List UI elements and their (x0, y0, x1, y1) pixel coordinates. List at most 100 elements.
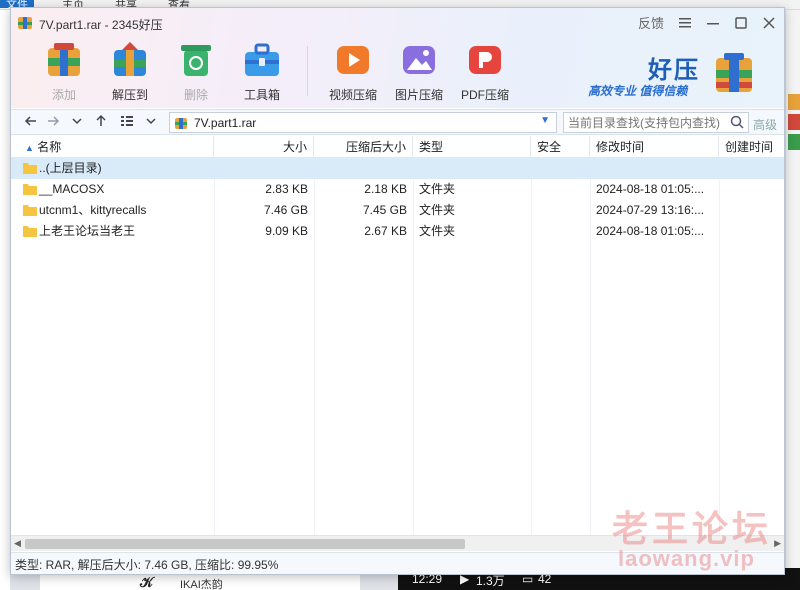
file-name: __MACOSX (39, 182, 105, 196)
pdf-compress-label: PDF压缩 (460, 88, 509, 102)
file-size (214, 158, 314, 179)
search-icon[interactable] (730, 115, 744, 129)
maximize-icon[interactable] (734, 16, 748, 30)
file-created (719, 221, 784, 242)
window-controls: 反馈 (638, 13, 776, 32)
add-archive-icon (44, 40, 84, 80)
file-name: utcnm1、kittyrecalls (39, 203, 147, 217)
window-title: 7V.part1.rar - 2345好压 (39, 18, 163, 32)
delete-label: 删除 (183, 88, 208, 102)
up-level-icon[interactable] (93, 114, 109, 130)
file-size: 9.09 KB (265, 224, 308, 238)
toolbar: 添加 解压到 删除 工具箱 视频压缩 图片压缩 PDF压缩 (31, 40, 518, 104)
video-compress-button[interactable]: 视频压缩 (320, 40, 386, 104)
watermark-title: 老王论坛 (612, 508, 773, 549)
file-type: 文件夹 (419, 224, 456, 238)
forward-arrow-icon[interactable] (45, 114, 61, 130)
brand-slogan: 高效专业 值得信赖 (588, 84, 688, 98)
table-row-parent[interactable]: ..(上层目录) (11, 158, 784, 179)
toolbar-divider (307, 46, 308, 96)
watermark-url: laowang.vip (618, 546, 755, 571)
image-compress-button[interactable]: 图片压缩 (386, 40, 452, 104)
background-left-pane (0, 10, 10, 590)
background-right-pane (786, 10, 800, 590)
image-compress-label: 图片压缩 (394, 88, 443, 102)
bg-logo-icon: 𝒦 (140, 574, 154, 590)
archive-window: 7V.part1.rar - 2345好压 反馈 添加 解压到 删除 工具箱 视… (10, 7, 785, 575)
address-bar[interactable]: 7V.part1.rar ▼ (169, 112, 557, 133)
archive-file-icon (175, 118, 187, 129)
add-label: 添加 (51, 88, 76, 102)
scroll-thumb[interactable] (25, 539, 465, 549)
file-packed-size: 2.18 KB (364, 182, 407, 196)
app-icon (18, 17, 32, 29)
pdf-compress-button[interactable]: PDF压缩 (452, 40, 518, 104)
navigation-bar: 7V.part1.rar ▼ 高级 (11, 109, 784, 135)
table-body: ..(上层目录) __MACOSX 2.83 KB 2.18 KB 文件夹 20… (11, 158, 784, 242)
toolbox-label: 工具箱 (243, 88, 280, 102)
extract-button[interactable]: 解压到 (97, 40, 163, 104)
search-input[interactable] (564, 113, 724, 132)
toolbox-icon (242, 40, 282, 80)
add-button[interactable]: 添加 (31, 40, 97, 104)
col-packed-header[interactable]: 压缩后大小 (314, 136, 413, 158)
file-name: 上老王论坛当老王 (39, 224, 136, 238)
extract-label: 解压到 (111, 88, 148, 102)
video-compress-label: 视频压缩 (328, 88, 377, 102)
advanced-search-link[interactable]: 高级 (753, 116, 777, 133)
file-type (413, 158, 531, 179)
file-size: 7.46 GB (263, 203, 308, 217)
file-size: 2.83 KB (265, 182, 308, 196)
video-compress-icon (333, 40, 373, 80)
table-row[interactable]: 上老王论坛当老王 9.09 KB 2.67 KB 文件夹 2024-08-18 … (11, 221, 784, 242)
table-header: ▲ 名称 大小 压缩后大小 类型 安全 修改时间 创建时间 (11, 136, 784, 158)
menu-icon[interactable] (678, 16, 692, 30)
col-type-header[interactable]: 类型 (413, 136, 531, 158)
close-icon[interactable] (762, 16, 776, 30)
file-created (719, 158, 784, 179)
file-modified: 2024-07-29 13:16:... (596, 203, 705, 217)
scroll-left-icon[interactable]: ◀ (14, 538, 21, 549)
file-security (531, 179, 590, 200)
toolbox-button[interactable]: 工具箱 (229, 40, 295, 104)
col-modified-header[interactable]: 修改时间 (590, 136, 719, 158)
file-packed-size: 2.67 KB (364, 224, 407, 238)
brand-name: 好压 (648, 57, 700, 84)
view-mode-icon[interactable] (119, 114, 135, 130)
address-text: 7V.part1.rar (194, 116, 257, 130)
feedback-button[interactable]: 反馈 (638, 13, 664, 32)
file-created (719, 179, 784, 200)
delete-button[interactable]: 删除 (163, 40, 229, 104)
history-dropdown-icon[interactable] (69, 114, 85, 130)
col-size-header[interactable]: 大小 (214, 136, 314, 158)
minimize-icon[interactable] (706, 16, 720, 30)
table-row[interactable]: __MACOSX 2.83 KB 2.18 KB 文件夹 2024-08-18 … (11, 179, 784, 200)
file-type: 文件夹 (419, 182, 456, 196)
col-security-header[interactable]: 安全 (531, 136, 590, 158)
file-type: 文件夹 (419, 203, 456, 217)
bg-bottom-text: IKAI杰韵 (180, 579, 223, 590)
search-box (563, 112, 749, 133)
scroll-right-icon[interactable]: ▶ (774, 538, 781, 549)
file-packed-size: 7.45 GB (362, 203, 407, 217)
col-created-header[interactable]: 创建时间 (719, 136, 784, 158)
file-name: ..(上层目录) (39, 161, 102, 175)
title-bar: 7V.part1.rar - 2345好压 反馈 添加 解压到 删除 工具箱 视… (11, 8, 784, 108)
file-modified: 2024-08-18 01:05:... (596, 182, 705, 196)
extract-icon (110, 40, 150, 80)
brand-box-icon (716, 53, 752, 92)
col-name-header[interactable]: ▲ 名称 (11, 136, 214, 158)
file-packed-size (314, 158, 413, 179)
file-created (719, 200, 784, 221)
view-dropdown-icon[interactable] (143, 114, 159, 130)
file-security (531, 221, 590, 242)
brand-logo: 好压 高效专业 值得信赖 (588, 48, 758, 98)
pdf-compress-icon (465, 40, 505, 80)
image-compress-icon (399, 40, 439, 80)
back-arrow-icon[interactable] (23, 114, 39, 130)
table-row[interactable]: utcnm1、kittyrecalls 7.46 GB 7.45 GB 文件夹 … (11, 200, 784, 221)
file-security (531, 200, 590, 221)
file-security (531, 158, 590, 179)
address-dropdown-icon[interactable]: ▼ (540, 115, 550, 126)
file-table: ▲ 名称 大小 压缩后大小 类型 安全 修改时间 创建时间 ..(上层目录) _… (11, 136, 784, 536)
